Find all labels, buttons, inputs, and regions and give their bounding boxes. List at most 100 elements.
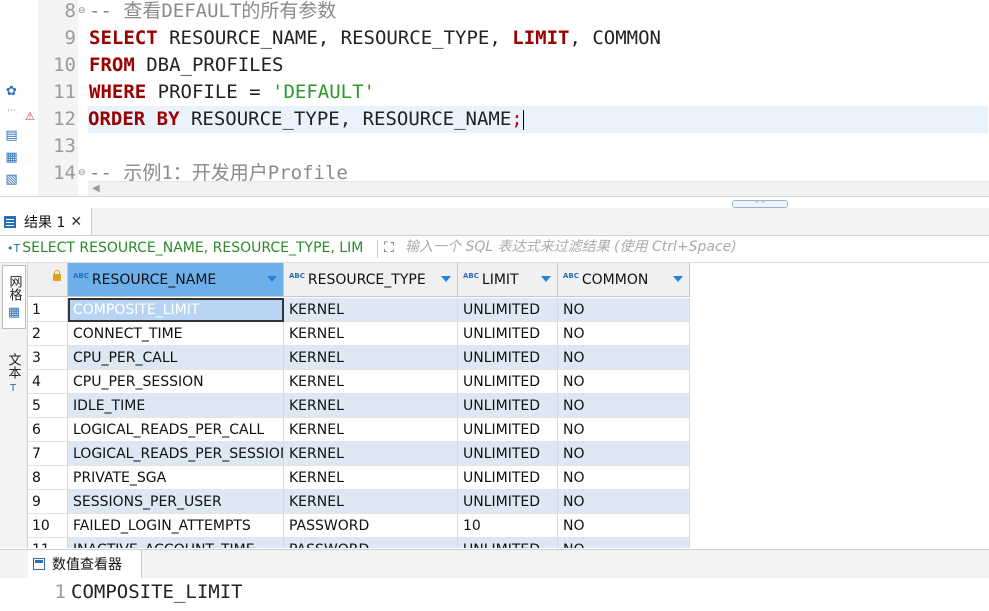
table-row[interactable]: 9 SESSIONS_PER_USER KERNEL UNLIMITED NO <box>28 490 690 514</box>
table-cell[interactable]: NO <box>558 466 690 490</box>
row-number[interactable]: 2 <box>28 322 68 346</box>
row-number[interactable]: 8 <box>28 466 68 490</box>
table-cell[interactable]: UNLIMITED <box>458 418 558 442</box>
table-cell[interactable]: KERNEL <box>284 370 458 394</box>
execute-script-icon[interactable]: ▤ <box>4 128 19 143</box>
table-row[interactable]: 4 CPU_PER_SESSION KERNEL UNLIMITED NO <box>28 370 690 394</box>
row-number[interactable]: 1 <box>28 298 68 322</box>
table-cell[interactable]: PASSWORD <box>284 538 458 548</box>
fold-toggle-icon[interactable]: ⊖ <box>78 160 88 187</box>
table-cell[interactable]: NO <box>558 346 690 370</box>
table-cell[interactable]: KERNEL <box>284 442 458 466</box>
row-number[interactable]: 9 <box>28 490 68 514</box>
export-icon[interactable]: ▧ <box>4 172 19 187</box>
table-cell[interactable]: NO <box>558 538 690 548</box>
table-cell[interactable]: FAILED_LOGIN_ATTEMPTS <box>68 514 284 538</box>
table-cell[interactable]: CPU_PER_SESSION <box>68 370 284 394</box>
table-cell[interactable]: KERNEL <box>284 490 458 514</box>
code-line[interactable]: FROM DBA_PROFILES <box>89 52 283 79</box>
table-cell[interactable]: CPU_PER_CALL <box>68 346 284 370</box>
sort-filter-icon[interactable] <box>541 276 551 282</box>
table-row[interactable]: 7 LOGICAL_READS_PER_SESSION KERNEL UNLIMITE… <box>28 442 690 466</box>
grid-corner[interactable] <box>28 263 68 297</box>
row-number[interactable]: 7 <box>28 442 68 466</box>
row-number[interactable]: 6 <box>28 418 68 442</box>
filter-input[interactable] <box>405 239 975 255</box>
close-tab-icon[interactable]: ✕ <box>70 214 82 230</box>
table-row[interactable]: 5 IDLE_TIME KERNEL UNLIMITED NO <box>28 394 690 418</box>
viewer-value[interactable]: COMPOSITE_LIMIT <box>71 581 243 603</box>
table-cell[interactable]: UNLIMITED <box>458 538 558 548</box>
table-cell[interactable]: LOGICAL_READS_PER_SESSION <box>68 442 284 466</box>
scroll-left-arrow-icon[interactable]: ◀ <box>92 183 100 194</box>
table-cell[interactable]: UNLIMITED <box>458 442 558 466</box>
code-area[interactable]: -- 查看DEFAULT的所有参数 SELECT RESOURCE_NAME, R… <box>88 0 989 196</box>
code-line-current[interactable]: ORDER BY RESOURCE_TYPE, RESOURCE_NAME; <box>88 106 988 133</box>
editor-horizontal-scrollbar[interactable]: ◀ <box>88 181 989 196</box>
sql-editor[interactable]: ✿ ⋯ ▤ ▦ ▧ ⚠ 8 9 10 11 12 13 14 -- 查看DEFAULT的所有… <box>0 0 989 196</box>
table-cell[interactable]: NO <box>558 298 690 322</box>
table-row[interactable]: 10 FAILED_LOGIN_ATTEMPTS PASSWORD 10 NO <box>28 514 690 538</box>
column-header-limit[interactable]: ABC LIMIT <box>458 263 558 297</box>
sort-filter-icon[interactable] <box>441 276 451 282</box>
tab-results-1[interactable]: 结果 1 ✕ <box>0 208 92 235</box>
column-header-common[interactable]: ABC COMMON <box>558 263 690 297</box>
table-cell[interactable]: CONNECT_TIME <box>68 322 284 346</box>
table-cell[interactable]: UNLIMITED <box>458 490 558 514</box>
table-row[interactable]: 6 LOGICAL_READS_PER_CALL KERNEL UNLIMITED NO <box>28 418 690 442</box>
row-number[interactable]: 5 <box>28 394 68 418</box>
expand-icon[interactable]: ⛶ <box>384 240 394 256</box>
more-dots-icon[interactable]: ⋯ <box>4 104 19 119</box>
code-line[interactable]: -- 查看DEFAULT的所有参数 <box>89 0 336 25</box>
table-cell[interactable]: KERNEL <box>284 394 458 418</box>
table-cell[interactable]: UNLIMITED <box>458 346 558 370</box>
settings-gear-icon[interactable]: ✿ <box>4 84 19 99</box>
table-cell[interactable]: NO <box>558 394 690 418</box>
tab-grid-view[interactable]: 网格 ▦ <box>2 265 26 329</box>
row-number[interactable]: 3 <box>28 346 68 370</box>
results-grid[interactable]: ABC RESOURCE_NAME ABC RESOURCE_TYPE ABC LIM… <box>28 263 989 548</box>
table-row[interactable]: 2 CONNECT_TIME KERNEL UNLIMITED NO <box>28 322 690 346</box>
row-number[interactable]: 11 <box>28 538 68 548</box>
tab-value-viewer[interactable]: 数值查看器 <box>28 550 142 578</box>
table-row[interactable]: 11INACTIVE_ACCOUNT_TIMEPASSWORDUNLIMITED… <box>28 538 690 548</box>
table-row[interactable]: 1 COMPOSITE_LIMIT KERNEL UNLIMITED NO <box>28 298 690 322</box>
table-cell[interactable]: IDLE_TIME <box>68 394 284 418</box>
sort-filter-icon[interactable] <box>673 276 683 282</box>
table-cell[interactable]: KERNEL <box>284 346 458 370</box>
table-cell[interactable]: UNLIMITED <box>458 370 558 394</box>
table-cell[interactable]: NO <box>558 322 690 346</box>
table-cell[interactable]: SESSIONS_PER_USER <box>68 490 284 514</box>
table-cell[interactable]: UNLIMITED <box>458 298 558 322</box>
table-cell[interactable]: UNLIMITED <box>458 394 558 418</box>
row-number[interactable]: 10 <box>28 514 68 538</box>
table-cell[interactable]: 10 <box>458 514 558 538</box>
table-cell[interactable]: KERNEL <box>284 298 458 322</box>
row-number[interactable]: 4 <box>28 370 68 394</box>
table-cell[interactable]: NO <box>558 370 690 394</box>
table-row[interactable]: 3 CPU_PER_CALL KERNEL UNLIMITED NO <box>28 346 690 370</box>
table-cell[interactable]: INACTIVE_ACCOUNT_TIME <box>68 538 284 548</box>
new-script-icon[interactable]: ▦ <box>4 150 19 165</box>
table-cell[interactable]: NO <box>558 514 690 538</box>
table-cell[interactable]: UNLIMITED <box>458 466 558 490</box>
query-text[interactable]: •T SELECT RESOURCE_NAME, RESOURCE_TYPE, L… <box>7 240 375 256</box>
splitter-grip-icon[interactable]: ⌃⌃ <box>732 200 788 208</box>
table-row[interactable]: 8 PRIVATE_SGA KERNEL UNLIMITED NO <box>28 466 690 490</box>
table-cell[interactable]: NO <box>558 490 690 514</box>
table-cell[interactable]: PASSWORD <box>284 514 458 538</box>
table-cell[interactable]: UNLIMITED <box>458 322 558 346</box>
table-cell[interactable]: NO <box>558 418 690 442</box>
sort-filter-icon[interactable] <box>267 276 277 282</box>
column-header-resource-type[interactable]: ABC RESOURCE_TYPE <box>284 263 458 297</box>
table-cell[interactable]: COMPOSITE_LIMIT <box>68 298 284 322</box>
table-cell[interactable]: KERNEL <box>284 466 458 490</box>
table-cell[interactable]: KERNEL <box>284 322 458 346</box>
column-header-resource-name[interactable]: ABC RESOURCE_NAME <box>68 263 284 297</box>
value-viewer-panel[interactable]: 1 COMPOSITE_LIMIT <box>0 578 989 611</box>
table-cell[interactable]: KERNEL <box>284 418 458 442</box>
fold-toggle-icon[interactable]: ⊖ <box>78 0 88 25</box>
code-line[interactable]: SELECT RESOURCE_NAME, RESOURCE_TYPE, LIM… <box>89 25 661 52</box>
table-cell[interactable]: LOGICAL_READS_PER_CALL <box>68 418 284 442</box>
table-cell[interactable]: NO <box>558 442 690 466</box>
